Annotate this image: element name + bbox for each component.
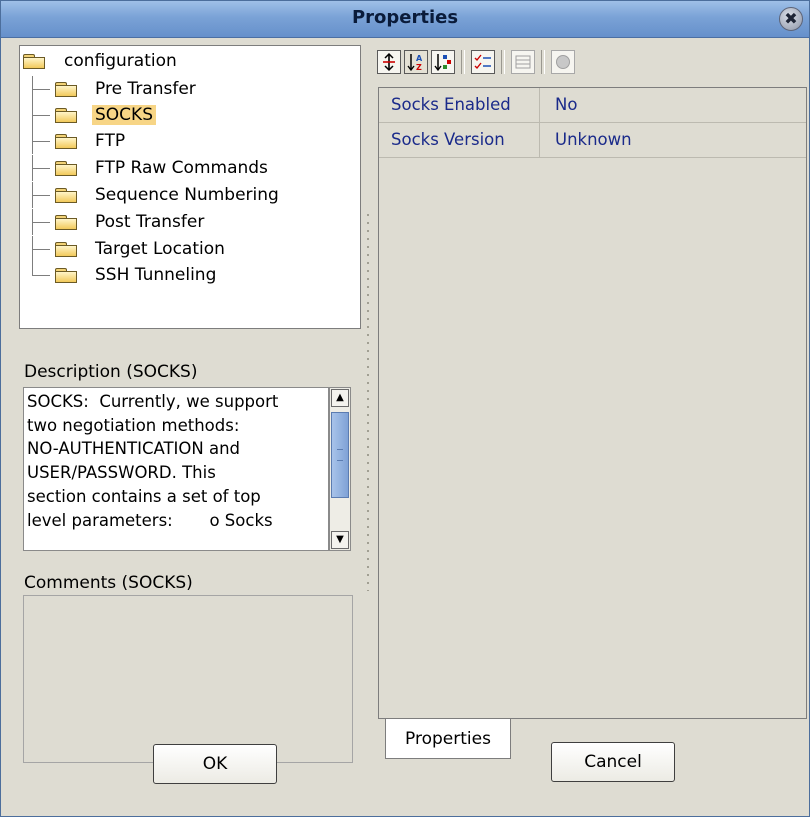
svg-text:Z: Z — [416, 63, 422, 72]
folder-icon — [22, 53, 48, 70]
tree-item-label: Pre Transfer — [95, 79, 196, 99]
grid-icon[interactable] — [511, 50, 535, 74]
scrollbar-thumb[interactable] — [331, 412, 349, 498]
sort-alphabetical-icon[interactable]: AZ — [404, 50, 428, 74]
folder-icon — [54, 160, 80, 177]
tree-item-ftp-raw-commands[interactable]: FTP Raw Commands — [32, 155, 271, 181]
folder-icon — [54, 187, 80, 204]
checklist-icon[interactable] — [471, 50, 495, 74]
help-icon[interactable] — [551, 50, 575, 74]
description-label: Description (SOCKS) — [24, 362, 198, 382]
properties-toolbar: AZ — [377, 47, 578, 77]
tree-item-ssh-tunneling[interactable]: SSH Tunneling — [32, 262, 219, 288]
property-sheet: Socks Enabled No Socks Version Unknown — [378, 87, 807, 719]
comments-label: Comments (SOCKS) — [24, 573, 193, 593]
tree-item-sequence-numbering[interactable]: Sequence Numbering — [32, 182, 282, 208]
close-icon[interactable]: ✖ — [779, 7, 803, 31]
tree-item-label: FTP Raw Commands — [95, 158, 268, 178]
tree-item-label: FTP — [95, 131, 126, 151]
tree-root[interactable]: configuration — [22, 51, 177, 71]
configuration-tree[interactable]: configuration Pre Transfer SOCKS FTP FTP… — [19, 45, 361, 329]
folder-icon — [54, 107, 80, 124]
tree-item-post-transfer[interactable]: Post Transfer — [32, 209, 207, 235]
title-bar[interactable]: Properties ✖ — [1, 1, 809, 38]
folder-icon — [54, 241, 80, 258]
comments-text-area[interactable] — [23, 595, 353, 763]
window-title: Properties — [351, 7, 459, 28]
property-key: Socks Version — [379, 123, 540, 157]
scroll-up-icon[interactable]: ▲ — [331, 389, 349, 407]
tree-item-pre-transfer[interactable]: Pre Transfer — [32, 76, 199, 102]
tab-properties[interactable]: Properties — [385, 719, 511, 759]
sort-category-icon[interactable] — [431, 50, 455, 74]
tree-item-label: Post Transfer — [95, 212, 205, 232]
ok-button[interactable]: OK — [153, 744, 277, 784]
tree-item-target-location[interactable]: Target Location — [32, 236, 228, 262]
tree-item-ftp[interactable]: FTP — [32, 128, 128, 154]
description-text-area[interactable]: SOCKS: Currently, we support two negotia… — [23, 387, 329, 551]
property-value[interactable]: No — [555, 88, 577, 122]
property-value[interactable]: Unknown — [555, 123, 632, 157]
folder-icon — [54, 214, 80, 231]
tree-item-label: Target Location — [95, 239, 225, 259]
tree-item-label: Sequence Numbering — [95, 185, 279, 205]
tree-item-label: SSH Tunneling — [95, 265, 217, 285]
splitter-handle[interactable] — [366, 211, 370, 591]
folder-icon — [54, 133, 80, 150]
description-text: SOCKS: Currently, we support two negotia… — [27, 392, 279, 530]
cancel-button[interactable]: Cancel — [551, 742, 675, 782]
expand-all-icon[interactable] — [377, 50, 401, 74]
scroll-down-icon[interactable]: ▼ — [331, 531, 349, 549]
tree-item-label: SOCKS — [92, 105, 156, 125]
properties-dialog: Properties ✖ configuration Pre Transfer … — [0, 0, 810, 817]
tree-item-socks[interactable]: SOCKS — [32, 102, 156, 128]
property-key: Socks Enabled — [379, 88, 540, 122]
tree-root-label: configuration — [64, 51, 177, 71]
folder-icon — [54, 267, 80, 284]
property-row[interactable]: Socks Enabled No — [379, 88, 806, 123]
folder-icon — [54, 81, 80, 98]
property-row[interactable]: Socks Version Unknown — [379, 123, 806, 158]
svg-text:A: A — [416, 54, 423, 63]
description-scrollbar[interactable]: ▲ ▼ — [329, 387, 351, 551]
